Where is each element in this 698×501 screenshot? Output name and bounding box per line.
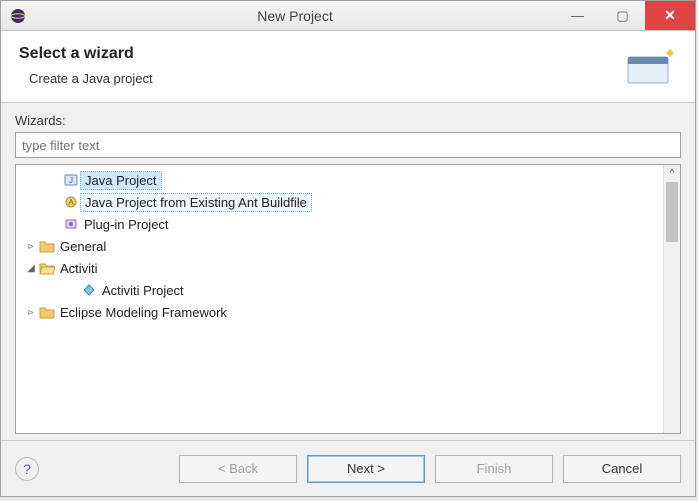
ant-icon: A xyxy=(62,195,80,209)
maximize-button[interactable]: ▢ xyxy=(600,1,645,30)
tree-item[interactable]: ◢ Activiti xyxy=(18,257,661,279)
folder-icon xyxy=(38,239,56,253)
java-icon: J xyxy=(62,173,80,187)
folder-icon xyxy=(38,305,56,319)
wizard-heading: Select a wizard xyxy=(19,45,612,63)
eclipse-app-icon xyxy=(7,5,29,27)
scroll-thumb[interactable] xyxy=(666,182,678,242)
tree-item[interactable]: ▹ General xyxy=(18,235,661,257)
titlebar: New Project — ▢ ✕ xyxy=(1,1,695,31)
folder-open-icon xyxy=(38,261,56,275)
tree-item-label: Activiti xyxy=(56,260,102,277)
tree-item[interactable]: J Java Project xyxy=(18,169,661,191)
next-button[interactable]: Next > xyxy=(307,455,425,483)
wizard-description: Create a Java project xyxy=(19,71,612,86)
tree-item[interactable]: ▹ Eclipse Modeling Framework xyxy=(18,301,661,323)
wizard-tree-container: J Java Project A Java Project from Existing… xyxy=(15,164,681,434)
cancel-button[interactable]: Cancel xyxy=(563,455,681,483)
tree-item-label: Activiti Project xyxy=(98,282,188,299)
tree-item-label: Java Project from Existing Ant Buildfile xyxy=(80,193,312,212)
wizard-body: Wizards: J Java Project A Java Project from… xyxy=(1,103,695,440)
activiti-icon xyxy=(80,283,98,297)
tree-item[interactable]: Plug-in Project xyxy=(18,213,661,235)
wizard-header-text: Select a wizard Create a Java project xyxy=(19,45,612,86)
wizard-banner-icon xyxy=(622,45,677,90)
window-title: New Project xyxy=(35,8,555,24)
wizard-header: Select a wizard Create a Java project xyxy=(1,31,695,103)
expander-icon[interactable]: ▹ xyxy=(24,307,38,318)
tree-item-label: General xyxy=(56,238,110,255)
tree-item-label: Java Project xyxy=(80,171,162,190)
wizards-label: Wizards: xyxy=(15,113,681,128)
tree-scrollbar[interactable]: ^ xyxy=(663,165,680,433)
wizard-footer: ? < Back Next > Finish Cancel xyxy=(1,440,695,496)
tree-item[interactable]: A Java Project from Existing Ant Buildfil… xyxy=(18,191,661,213)
finish-button[interactable]: Finish xyxy=(435,455,553,483)
help-button[interactable]: ? xyxy=(15,457,39,481)
svg-text:J: J xyxy=(69,176,73,185)
minimize-button[interactable]: — xyxy=(555,1,600,30)
filter-input[interactable] xyxy=(15,132,681,158)
tree-item[interactable]: Activiti Project xyxy=(18,279,661,301)
wizard-tree[interactable]: J Java Project A Java Project from Existing… xyxy=(16,165,663,433)
tree-item-label: Eclipse Modeling Framework xyxy=(56,304,231,321)
svg-text:A: A xyxy=(68,198,74,207)
close-button[interactable]: ✕ xyxy=(645,1,695,30)
tree-item-label: Plug-in Project xyxy=(80,216,173,233)
scroll-up-icon[interactable]: ^ xyxy=(664,165,680,182)
expander-icon[interactable]: ◢ xyxy=(24,263,38,274)
plugin-icon xyxy=(62,217,80,231)
back-button[interactable]: < Back xyxy=(179,455,297,483)
window-buttons: — ▢ ✕ xyxy=(555,1,695,30)
dialog-window: New Project — ▢ ✕ Select a wizard Create… xyxy=(0,0,696,497)
expander-icon[interactable]: ▹ xyxy=(24,241,38,252)
